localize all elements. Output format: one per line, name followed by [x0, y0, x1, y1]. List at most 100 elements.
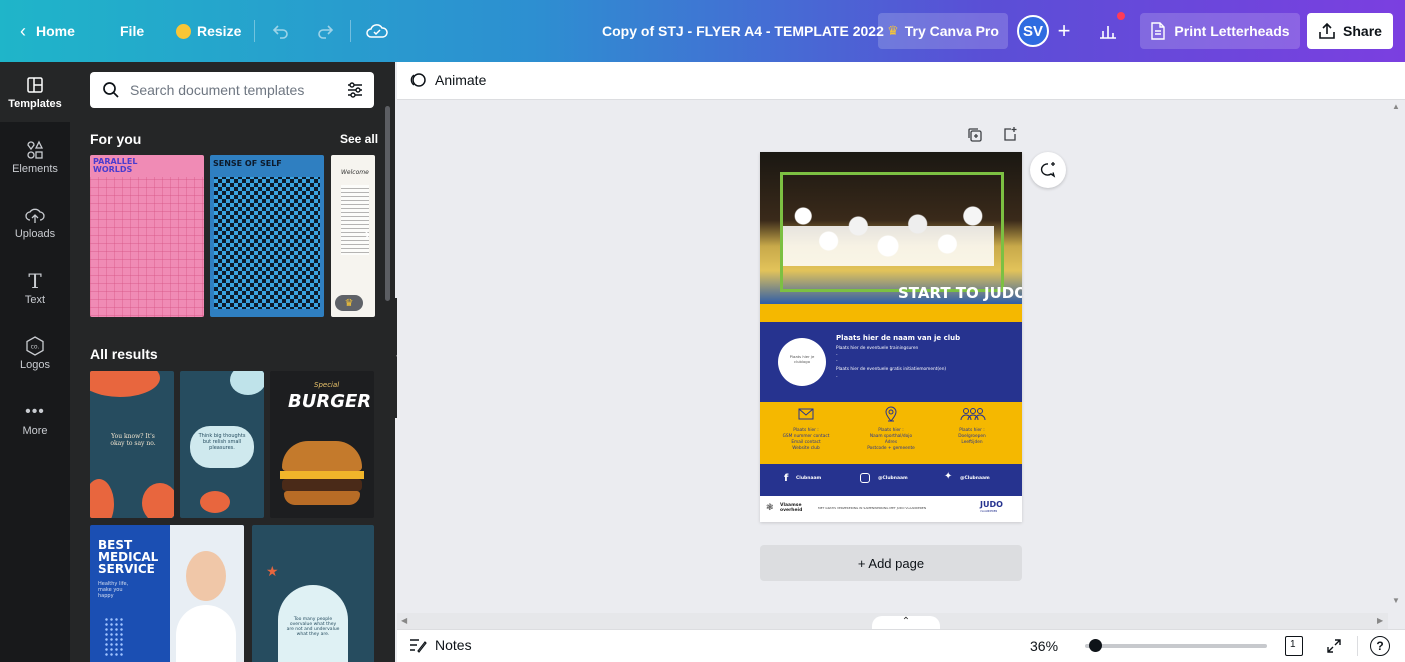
notification-dot [1117, 12, 1125, 20]
home-button[interactable]: ‹ Home [20, 0, 75, 62]
resize-button[interactable]: Resize [176, 0, 241, 62]
dot-grid [104, 617, 124, 657]
doctor-coat [176, 605, 236, 662]
zoom-slider-thumb[interactable] [1089, 639, 1102, 652]
wavy-grid-pattern [90, 177, 204, 317]
redo-icon [318, 25, 334, 39]
orange-blob [90, 371, 160, 397]
mail-icon [798, 408, 814, 420]
scroll-left-arrow[interactable]: ◀ [401, 616, 407, 625]
comment-plus-icon [1040, 162, 1056, 178]
template-result-burger[interactable]: Special BURGER [270, 371, 374, 518]
twitter-icon: ✦ [944, 471, 953, 482]
headline: START TO JUDO [898, 284, 1022, 302]
search-icon [103, 82, 119, 98]
undo-button[interactable] [272, 0, 290, 62]
flyer-footer: ❃ Vlaamse overheid MET GRATIS VERZEKERIN… [760, 496, 1022, 522]
uploads-icon [25, 205, 45, 225]
add-collaborator-button[interactable]: + [1050, 15, 1078, 47]
redo-button[interactable] [316, 0, 334, 62]
chevron-left-icon: ‹ [20, 20, 26, 41]
zoom-level[interactable]: 36% [1030, 638, 1058, 654]
try-canva-pro-button[interactable]: ♛ Try Canva Pro [878, 13, 1008, 49]
orange-leaf [90, 479, 114, 518]
add-comment-button[interactable] [1030, 152, 1066, 188]
template-result-medical[interactable]: BEST MEDICAL SERVICE Healthy life, make … [90, 525, 244, 662]
svg-text:co.: co. [31, 343, 40, 350]
burger-bun-top [282, 441, 362, 471]
burger-bun-bottom [284, 491, 360, 505]
crown-icon [176, 23, 191, 39]
page-count-button[interactable]: 1 [1285, 636, 1303, 656]
duplicate-page-button[interactable] [967, 127, 983, 148]
instagram-icon [860, 473, 870, 483]
orange-leaf [142, 483, 174, 518]
template-result-quote[interactable]: ★ Too many people overvalue what they ar… [252, 525, 374, 662]
file-menu-button[interactable]: File [120, 0, 144, 62]
add-page-icon [1004, 127, 1017, 141]
templates-panel: Search document templates For you See al… [70, 62, 395, 662]
green-frame [780, 172, 1004, 292]
social-bar: f Clubnaam @Clubnaam ✦ @Clubnaam [760, 464, 1022, 496]
avatar[interactable]: SV [1017, 15, 1049, 47]
notes-button[interactable]: Notes [409, 637, 472, 653]
template-thumb-sense-of-self[interactable]: SENSE OF SELF [210, 155, 324, 317]
share-button[interactable]: Share [1307, 13, 1393, 49]
burger-patty [282, 479, 362, 491]
document-icon [1151, 22, 1166, 40]
template-thumb-parallel-worlds[interactable]: PARALLEL WORLDS [90, 155, 204, 317]
template-result-2[interactable]: Think big thoughts but relish small plea… [180, 371, 264, 518]
document-title[interactable]: Copy of STJ - FLYER A4 - TEMPLATE 2022 [602, 0, 884, 62]
rail-item-text[interactable]: T Text [0, 258, 70, 318]
zoom-slider[interactable] [1085, 639, 1267, 652]
search-input[interactable]: Search document templates [90, 72, 374, 108]
bar-chart-icon [1100, 26, 1116, 39]
contact-col-3: Plaats hier : Doelgroepen Leeftijden [958, 428, 986, 445]
rail-item-more[interactable]: ••• More [0, 389, 70, 449]
template-result-1[interactable]: You know? It's okay to say no. [90, 371, 174, 518]
filter-icon[interactable] [346, 81, 364, 99]
expand-icon [1327, 639, 1341, 653]
scroll-down-arrow[interactable]: ▼ [1392, 596, 1400, 605]
logos-icon: co. [25, 335, 45, 356]
rail-item-templates[interactable]: Templates [0, 62, 70, 122]
carousel-next-arrow[interactable]: › [364, 224, 370, 245]
help-button[interactable]: ? [1370, 636, 1390, 656]
pro-crown-badge: ♛ [335, 295, 363, 311]
editor-toolbar: Animate [397, 62, 1405, 100]
add-page-button[interactable]: + Add page [760, 545, 1022, 581]
club-info-block: Plaats hier je clublogo Plaats hier de n… [760, 322, 1022, 402]
panel-scrollbar[interactable] [385, 106, 390, 301]
location-pin-icon [885, 406, 897, 422]
doctor-face [186, 551, 226, 601]
scroll-up-arrow[interactable]: ▲ [1392, 102, 1400, 111]
hide-pages-tab[interactable]: ⌃ [872, 616, 940, 630]
animate-button[interactable]: Animate [409, 71, 486, 89]
vertical-scrollbar[interactable]: ▲ ▼ [1388, 100, 1405, 613]
scroll-right-arrow[interactable]: ▶ [1377, 616, 1383, 625]
question-icon: ? [1376, 639, 1384, 653]
save-status-button[interactable] [366, 0, 388, 62]
cloud-check-icon [366, 24, 388, 38]
print-letterheads-button[interactable]: Print Letterheads [1140, 13, 1300, 49]
more-icon: ••• [25, 402, 45, 420]
see-all-link[interactable]: See all [340, 132, 378, 146]
add-page-after-button[interactable] [1002, 126, 1018, 147]
chevron-up-icon: ⌃ [901, 616, 911, 627]
crown-icon: ♛ [887, 23, 899, 38]
people-icon [960, 408, 986, 421]
rail-item-elements[interactable]: Elements [0, 127, 70, 187]
yellow-strip [760, 304, 1022, 322]
search-placeholder: Search document templates [130, 82, 305, 98]
star-icon: ★ [266, 563, 279, 579]
home-label: Home [36, 23, 75, 39]
rail-item-uploads[interactable]: Uploads [0, 192, 70, 252]
for-you-title: For you [90, 131, 142, 147]
club-logo-circle: Plaats hier je clublogo [778, 338, 826, 386]
lion-icon: ❃ [766, 503, 774, 513]
rail-item-logos[interactable]: co. Logos [0, 323, 70, 383]
divider [350, 20, 351, 42]
orange-blob [200, 491, 230, 513]
fullscreen-button[interactable] [1325, 637, 1343, 660]
design-page[interactable]: START TO JUDO Plaats hier je clublogo Pl… [760, 152, 1022, 522]
